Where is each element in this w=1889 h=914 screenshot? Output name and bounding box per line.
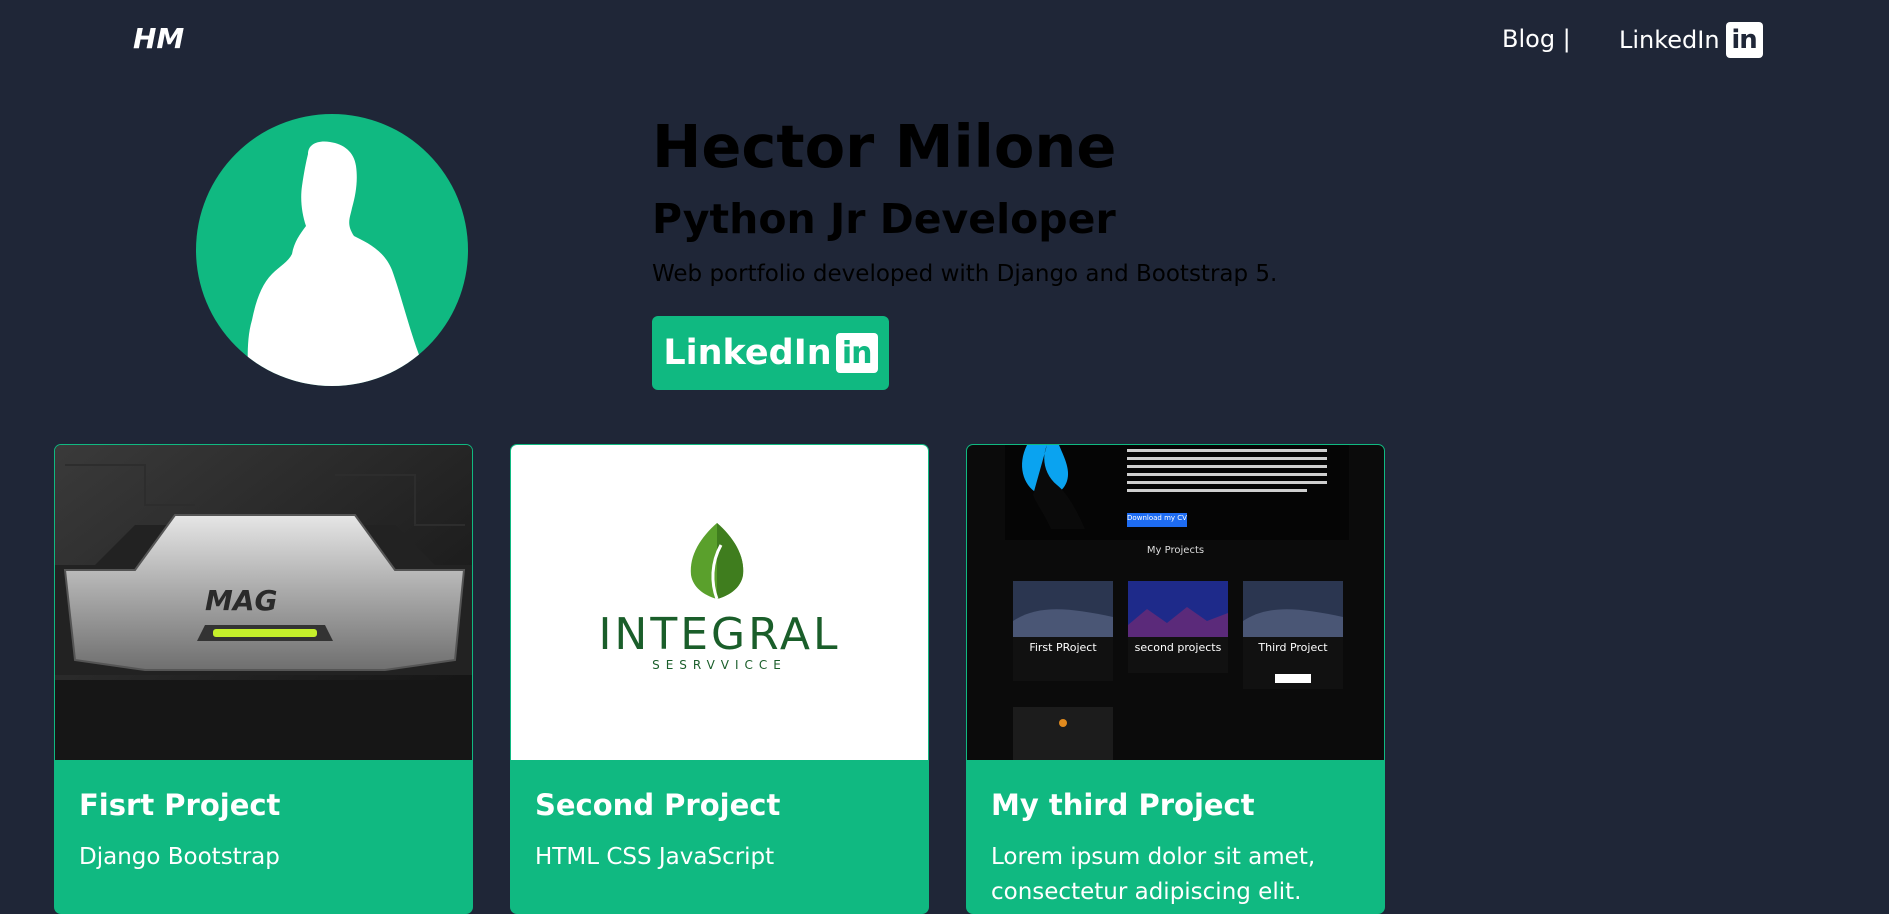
preview-heading: My Projects [1146,545,1205,556]
card-title: Fisrt Project [79,788,281,822]
avatar [196,114,468,386]
card-text: Django Bootstrap [79,844,280,870]
leaf-icon [690,523,744,600]
nav-blog-link[interactable]: Blog | [1502,25,1571,53]
project-image: My Projects First PRoject second project… [967,445,1384,760]
linkedin-button-label: LinkedIn [663,333,832,373]
linkedin-icon: in [835,333,878,373]
linkedin-icon: in [1725,22,1763,58]
hero-name: Hector Milone [652,112,1117,181]
preview-tile-label: second projects [1134,641,1222,654]
project-image: MAG [55,445,472,760]
project-card[interactable]: INTEGRAL SESRVVICCE Second Project HTML … [510,444,929,914]
preview-tile-label: First PRoject [1029,641,1097,654]
navbar: HM Blog | LinkedIn in [0,0,1889,80]
hero-role: Python Jr Developer [652,195,1116,243]
nav-linkedin-link[interactable]: LinkedIn in [1619,22,1763,58]
svg-text:MAG: MAG [205,584,278,617]
preview-tile-label: Third Project [1258,641,1328,654]
gpu-image: MAG [55,445,472,760]
card-text: Lorem ipsum dolor sit amet, consectetur … [991,844,1316,905]
card-title: Second Project [535,788,781,822]
hero-description: Web portfolio developed with Django and … [652,261,1278,287]
nav-linkedin-label: LinkedIn [1619,26,1720,54]
integral-logo-subtext: SESRVVICCE [652,658,787,672]
card-title: My third Project [991,788,1255,822]
preview-cv-button: Download my CV [1127,514,1187,522]
project-card[interactable]: My Projects First PRoject second project… [966,444,1385,914]
project-image: INTEGRAL SESRVVICCE [511,445,928,760]
card-text: HTML CSS JavaScript [535,844,775,870]
integral-logo-text: INTEGRAL [598,609,841,660]
person-silhouette-icon [247,141,426,386]
brand-logo[interactable]: HM [133,22,184,55]
project-card[interactable]: MAG Fisrt Project Django Bootstrap [54,444,473,914]
site-preview-image [1005,445,1349,760]
linkedin-button[interactable]: LinkedIn in [652,316,889,390]
